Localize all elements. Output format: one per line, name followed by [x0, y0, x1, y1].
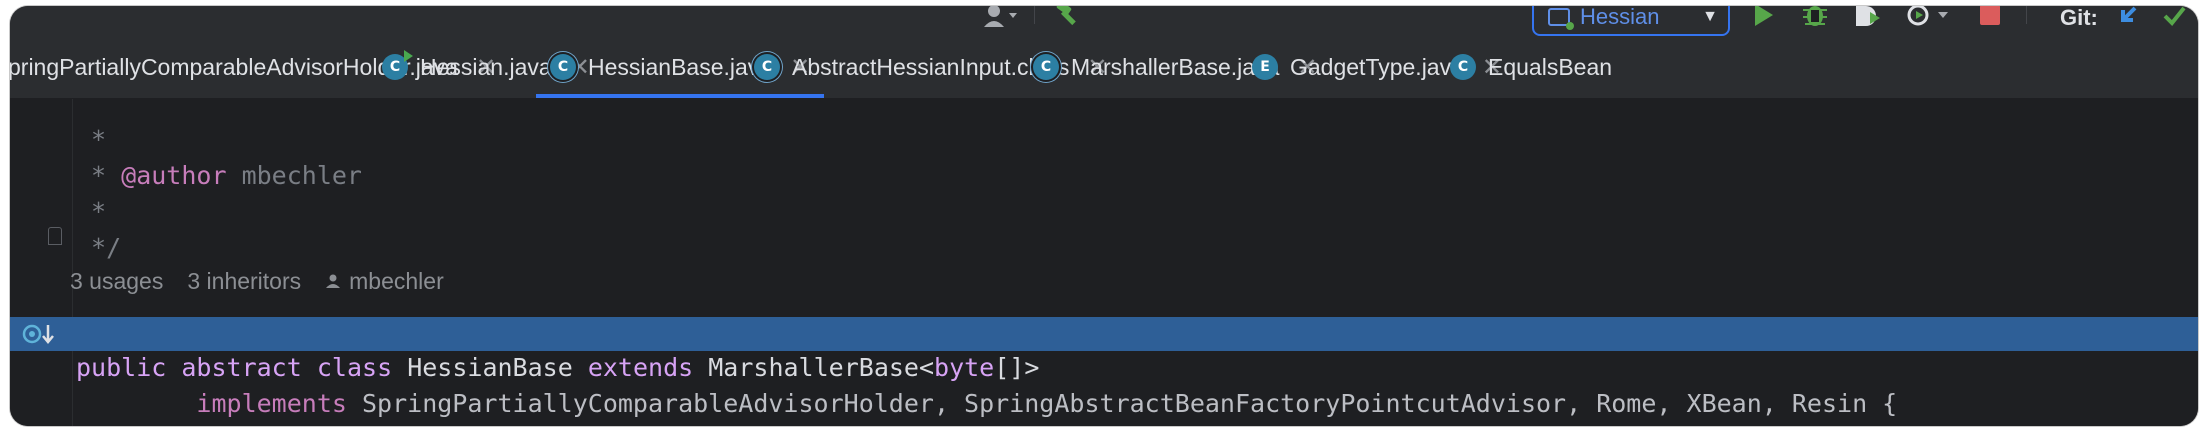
implementing-method-gutter-icon[interactable] [22, 317, 56, 351]
tab-label: MarshallerBase.java [1071, 53, 1280, 80]
code-vision-hints: 3 usages 3 inheritors mbechler [70, 264, 444, 298]
usages-hint[interactable]: 3 usages [70, 264, 163, 298]
toolbar-separator [2026, 6, 2027, 24]
interface-list: SpringPartiallyComparableAdvisorHolder, … [362, 389, 1898, 418]
run-config-icon [1548, 8, 1574, 30]
tab-label: Hessian.java [420, 53, 552, 80]
user-icon [325, 264, 341, 298]
doc-comment: */ [76, 233, 122, 262]
highlighted-code-line: public abstract class HessianBase extend… [10, 317, 2198, 382]
profiler-icon[interactable] [1900, 6, 1956, 30]
author-name: mbechler [349, 268, 444, 294]
toolbar-separator [1034, 6, 1035, 24]
ide-window: Hessian ▼ Git: pringPartiallyComparableA [10, 6, 2198, 426]
tab-label: AbstractHessianInput.class [792, 53, 1070, 80]
tab-label: HessianBase.java [588, 53, 773, 80]
run-config-name: Hessian [1580, 6, 1660, 29]
code-line: * @author mbechler [10, 125, 2198, 190]
class-icon: C [1450, 54, 1476, 80]
coverage-icon[interactable] [1846, 6, 1886, 30]
git-label: Git: [2060, 6, 2098, 30]
code-line: * [10, 161, 2198, 226]
abstract-class-icon: C [550, 54, 576, 80]
author-hint[interactable]: mbechler [325, 264, 444, 298]
class-runnable-icon: C [382, 50, 413, 80]
inheritors-hint[interactable]: 3 inheritors [187, 264, 301, 298]
chevron-down-icon: ▼ [1702, 8, 1718, 25]
code-line: * [10, 89, 2198, 154]
keyword: implements [196, 389, 347, 418]
enum-icon: E [1252, 54, 1278, 80]
vcs-update-icon[interactable] [2110, 6, 2146, 30]
abstract-class-icon: C [1033, 54, 1059, 80]
tab-label: EqualsBean [1488, 53, 1613, 80]
profile-icon[interactable] [978, 6, 1024, 30]
stop-icon[interactable] [1972, 6, 2008, 30]
abstract-class-icon: C [754, 54, 780, 80]
main-toolbar: Hessian ▼ Git: [10, 6, 2198, 36]
run-config-selector[interactable]: Hessian ▼ [1532, 6, 1730, 36]
debug-icon[interactable] [1795, 6, 1835, 30]
run-icon[interactable] [1745, 6, 1781, 30]
vcs-commit-icon[interactable] [2156, 6, 2192, 30]
tab-label: GadgetType.java [1290, 53, 1464, 80]
code-editor[interactable]: * * @author mbechler * */ 3 usages 3 inh… [10, 99, 2198, 426]
code-line: */ [10, 197, 2198, 262]
build-hammer-icon[interactable] [1048, 6, 1088, 28]
code-line: implements SpringPartiallyComparableAdvi… [10, 353, 2198, 418]
